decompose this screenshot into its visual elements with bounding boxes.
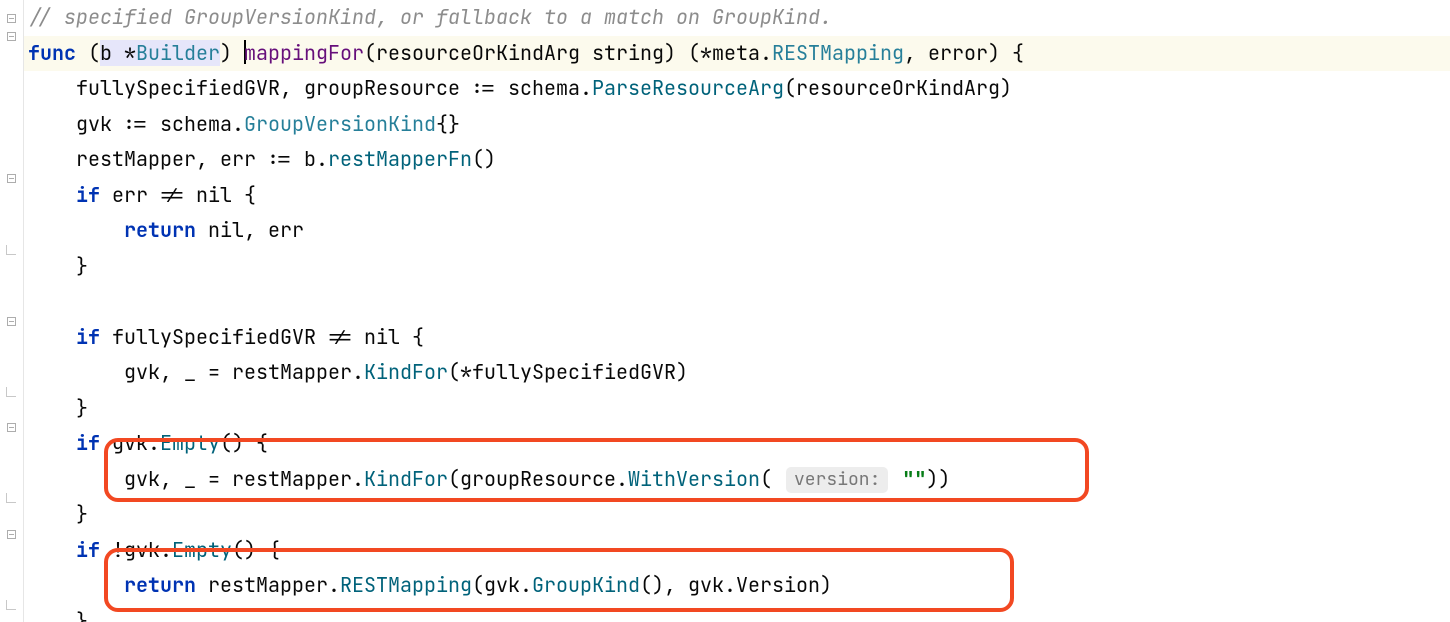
code-line: if !gvk.Empty() {	[24, 533, 1450, 569]
code-line: gvk := schema.GroupVersionKind{}	[24, 107, 1450, 143]
fold-end-icon	[4, 598, 18, 612]
keyword-func: func	[28, 40, 76, 66]
fold-toggle-icon[interactable]	[4, 171, 18, 185]
code-line: }	[24, 604, 1450, 622]
code-line: gvk, _ = restMapper.KindFor(groupResourc…	[24, 462, 1450, 498]
gutter	[0, 0, 24, 622]
code-line: if err != nil {	[24, 178, 1450, 214]
receiver-b: b *Builder	[100, 40, 220, 66]
fold-toggle-icon[interactable]	[4, 29, 18, 43]
fold-end-icon	[4, 243, 18, 257]
code-editor[interactable]: // specified GroupVersionKind, or fallba…	[0, 0, 1450, 622]
fold-toggle-icon[interactable]	[4, 420, 18, 434]
code-area[interactable]: // specified GroupVersionKind, or fallba…	[24, 0, 1450, 622]
code-line	[24, 284, 1450, 320]
fold-end-icon	[4, 385, 18, 399]
inline-hint: version:	[786, 467, 888, 493]
code-line: return restMapper.RESTMapping(gvk.GroupK…	[24, 568, 1450, 604]
code-line: func (b *Builder) mappingFor(resourceOrK…	[24, 36, 1450, 72]
code-line: fullySpecifiedGVR, groupResource := sche…	[24, 71, 1450, 107]
code-line: }	[24, 497, 1450, 533]
code-line: }	[24, 391, 1450, 427]
code-line: // specified GroupVersionKind, or fallba…	[24, 0, 1450, 36]
code-line: restMapper, err := b.restMapperFn()	[24, 142, 1450, 178]
code-line: return nil, err	[24, 213, 1450, 249]
method-name: mappingFor	[244, 40, 364, 66]
code-line: if gvk.Empty() {	[24, 426, 1450, 462]
fold-end-icon	[4, 491, 18, 505]
fold-toggle-icon[interactable]	[4, 527, 18, 541]
fold-toggle-icon[interactable]	[4, 11, 18, 25]
code-line: if fullySpecifiedGVR != nil {	[24, 320, 1450, 356]
code-line: gvk, _ = restMapper.KindFor(*fullySpecif…	[24, 355, 1450, 391]
fold-toggle-icon[interactable]	[4, 314, 18, 328]
code-line: }	[24, 249, 1450, 285]
